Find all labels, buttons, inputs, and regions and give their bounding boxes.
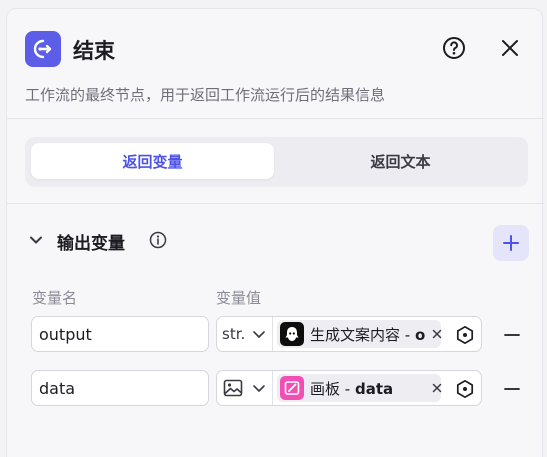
remove-variable-button[interactable]: [501, 378, 523, 400]
info-icon[interactable]: [149, 231, 167, 249]
variable-hexagon-icon: [456, 379, 474, 399]
end-node-icon: [25, 31, 61, 67]
panel-header: 结束: [25, 29, 530, 67]
remove-reference-button[interactable]: [430, 380, 444, 394]
minus-icon: [504, 334, 520, 336]
panel-description: 工作流的最终节点，用于返回工作流运行后的结果信息: [25, 86, 386, 104]
reference-label: 生成文案内容 - o: [310, 325, 426, 344]
close-icon: [432, 329, 442, 339]
type-select[interactable]: [217, 371, 273, 405]
close-icon: [432, 383, 442, 393]
chevron-down-icon: [253, 331, 265, 338]
column-header-name: 变量名: [32, 289, 78, 307]
output-section-title: 输出变量: [57, 234, 125, 254]
reference-label: 画板 - data: [310, 379, 394, 398]
end-node-panel: 结束 工作流的最终节点，用于返回工作流运行后的结果信息 返回变量 返回文本 输出…: [6, 8, 544, 457]
column-header-value: 变量值: [216, 289, 262, 307]
variable-hexagon-icon: [456, 325, 474, 345]
plus-icon: [503, 235, 519, 251]
type-label: str.: [222, 325, 246, 343]
variable-row: output str. 生成文案内容 - o: [31, 316, 531, 354]
variable-picker-button[interactable]: [455, 379, 475, 399]
chevron-down-icon: [253, 385, 265, 392]
close-button[interactable]: [497, 35, 523, 61]
bot-icon: [280, 322, 304, 346]
variable-name-input[interactable]: data: [31, 370, 209, 406]
return-mode-tabs: 返回变量 返回文本: [25, 137, 528, 187]
canvas-icon: [280, 376, 304, 400]
help-icon: [443, 37, 465, 59]
close-icon: [502, 40, 518, 56]
variable-value-field: 画板 - data: [216, 370, 482, 406]
header-divider: [7, 118, 544, 119]
remove-variable-button[interactable]: [501, 324, 523, 346]
chevron-down-icon: [30, 236, 42, 244]
panel-title: 结束: [73, 39, 115, 63]
variable-picker-button[interactable]: [455, 325, 475, 345]
tabs-divider: [7, 203, 544, 204]
collapse-toggle[interactable]: [27, 231, 45, 249]
output-section-header: 输出变量: [25, 225, 530, 261]
remove-reference-button[interactable]: [430, 326, 444, 340]
type-select[interactable]: str.: [217, 317, 273, 351]
variable-name-input[interactable]: output: [31, 316, 209, 352]
add-variable-button[interactable]: [493, 225, 529, 261]
tab-return-variables[interactable]: 返回变量: [31, 143, 274, 179]
tab-return-text[interactable]: 返回文本: [279, 143, 522, 179]
image-icon: [223, 379, 243, 397]
help-button[interactable]: [441, 35, 467, 61]
variable-row: data 画板 - data: [31, 370, 531, 408]
minus-icon: [504, 388, 520, 390]
variable-reference-chip[interactable]: 生成文案内容 - o: [277, 320, 441, 348]
variable-value-field: str. 生成文案内容 - o: [216, 316, 482, 352]
variable-reference-chip[interactable]: 画板 - data: [277, 374, 441, 402]
